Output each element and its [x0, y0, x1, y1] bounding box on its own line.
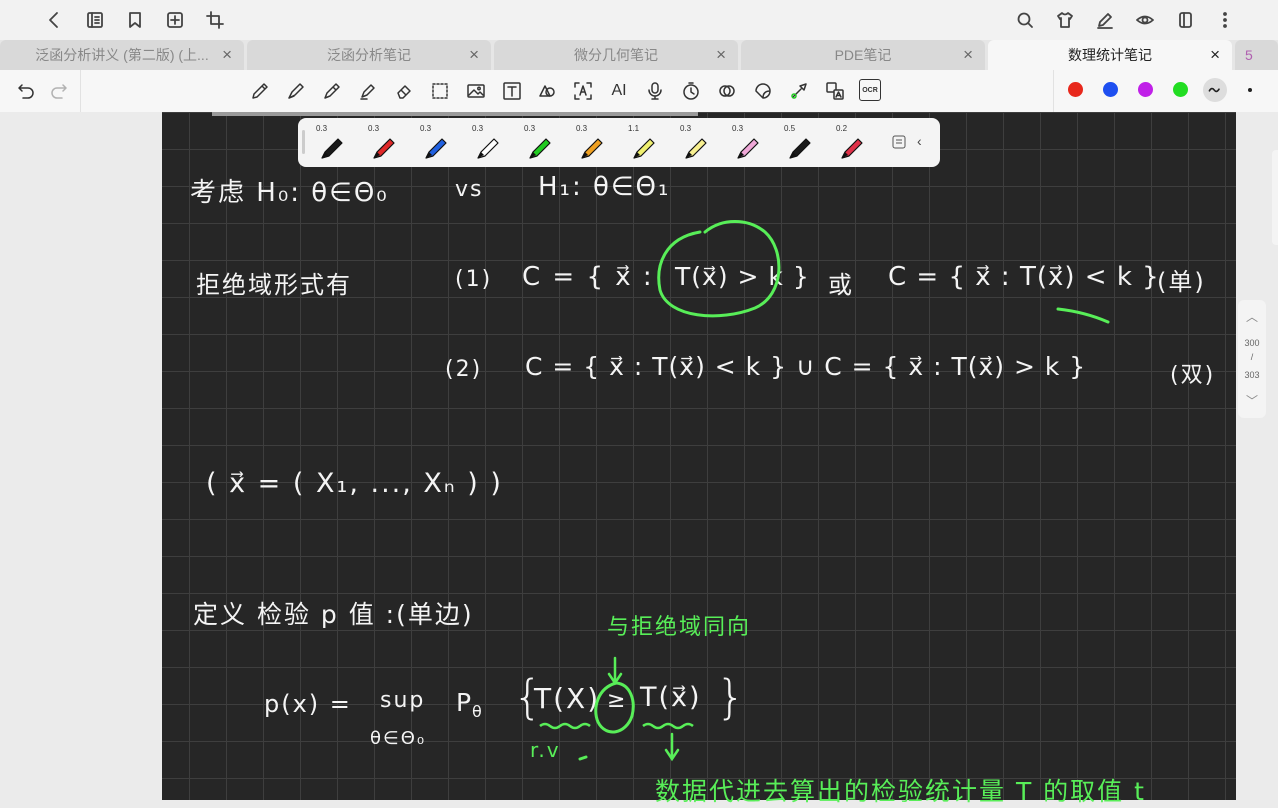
geq-circle [594, 681, 635, 734]
arrow-down-bottom [664, 732, 680, 762]
highlight-circle [657, 220, 781, 318]
wavy-underline-left [539, 722, 591, 730]
dot-mark [578, 755, 588, 761]
arrow-down-top [607, 656, 623, 686]
wavy-underline-right [642, 722, 694, 730]
underline-stroke [1056, 307, 1110, 324]
